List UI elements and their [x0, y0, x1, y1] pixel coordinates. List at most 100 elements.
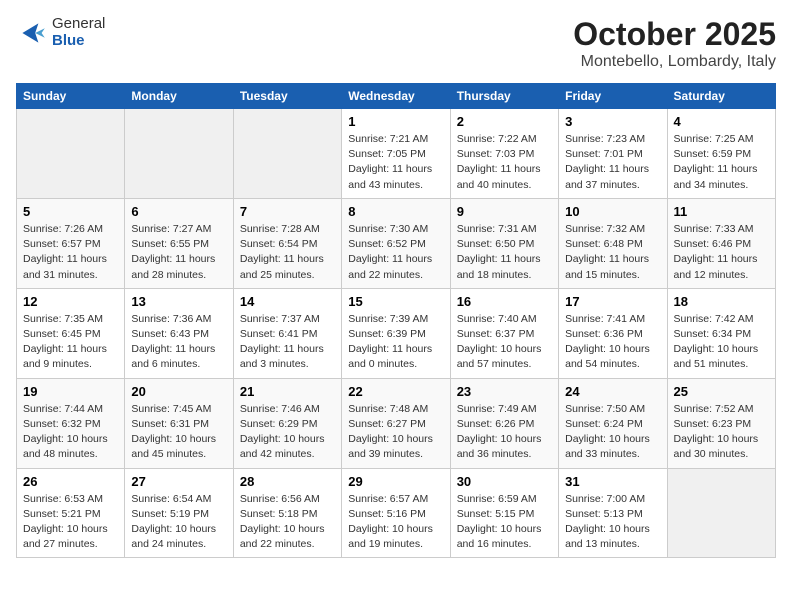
- table-cell: 30 Sunrise: 6:59 AMSunset: 5:15 PMDayligh…: [450, 468, 558, 558]
- table-cell: 1 Sunrise: 7:21 AMSunset: 7:05 PMDaylight…: [342, 109, 450, 199]
- day-number: 16: [457, 294, 552, 309]
- col-wednesday: Wednesday: [342, 84, 450, 109]
- table-cell: 16 Sunrise: 7:40 AMSunset: 6:37 PMDayligh…: [450, 288, 558, 378]
- day-info: Sunrise: 7:25 AMSunset: 6:59 PMDaylight:…: [674, 132, 769, 193]
- day-number: 26: [23, 474, 118, 489]
- table-cell: [233, 109, 341, 199]
- week-row-4: 19 Sunrise: 7:44 AMSunset: 6:32 PMDayligh…: [17, 378, 776, 468]
- day-info: Sunrise: 7:42 AMSunset: 6:34 PMDaylight:…: [674, 312, 769, 373]
- logo-general-text: General: [52, 16, 105, 33]
- day-info: Sunrise: 7:49 AMSunset: 6:26 PMDaylight:…: [457, 402, 552, 463]
- day-info: Sunrise: 7:52 AMSunset: 6:23 PMDaylight:…: [674, 402, 769, 463]
- table-cell: 3 Sunrise: 7:23 AMSunset: 7:01 PMDaylight…: [559, 109, 667, 199]
- day-info: Sunrise: 7:32 AMSunset: 6:48 PMDaylight:…: [565, 222, 660, 283]
- table-cell: 2Sunrise: 7:22 AMSunset: 7:03 PMDaylight…: [450, 109, 558, 199]
- table-cell: [125, 109, 233, 199]
- day-info: Sunrise: 7:45 AMSunset: 6:31 PMDaylight:…: [131, 402, 226, 463]
- day-number: 20: [131, 384, 226, 399]
- col-sunday: Sunday: [17, 84, 125, 109]
- table-cell: 5 Sunrise: 7:26 AMSunset: 6:57 PMDaylight…: [17, 198, 125, 288]
- day-number: 3: [565, 114, 660, 129]
- day-info: Sunrise: 7:48 AMSunset: 6:27 PMDaylight:…: [348, 402, 443, 463]
- day-number: 15: [348, 294, 443, 309]
- table-cell: 29 Sunrise: 6:57 AMSunset: 5:16 PMDayligh…: [342, 468, 450, 558]
- day-number: 13: [131, 294, 226, 309]
- day-number: 1: [348, 114, 443, 129]
- day-number: 29: [348, 474, 443, 489]
- day-info: Sunrise: 7:41 AMSunset: 6:36 PMDaylight:…: [565, 312, 660, 373]
- day-info: Sunrise: 7:40 AMSunset: 6:37 PMDaylight:…: [457, 312, 552, 373]
- table-cell: 12 Sunrise: 7:35 AMSunset: 6:45 PMDayligh…: [17, 288, 125, 378]
- day-info: Sunrise: 7:27 AMSunset: 6:55 PMDaylight:…: [131, 222, 226, 283]
- day-info: Sunrise: 7:26 AMSunset: 6:57 PMDaylight:…: [23, 222, 118, 283]
- col-saturday: Saturday: [667, 84, 775, 109]
- col-friday: Friday: [559, 84, 667, 109]
- col-thursday: Thursday: [450, 84, 558, 109]
- day-info: Sunrise: 6:53 AMSunset: 5:21 PMDaylight:…: [23, 492, 118, 553]
- table-cell: 6 Sunrise: 7:27 AMSunset: 6:55 PMDaylight…: [125, 198, 233, 288]
- week-row-1: 1 Sunrise: 7:21 AMSunset: 7:05 PMDaylight…: [17, 109, 776, 199]
- day-number: 18: [674, 294, 769, 309]
- table-cell: 28 Sunrise: 6:56 AMSunset: 5:18 PMDayligh…: [233, 468, 341, 558]
- day-info: Sunrise: 7:44 AMSunset: 6:32 PMDaylight:…: [23, 402, 118, 463]
- table-cell: 26 Sunrise: 6:53 AMSunset: 5:21 PMDayligh…: [17, 468, 125, 558]
- table-cell: 27Sunrise: 6:54 AMSunset: 5:19 PMDayligh…: [125, 468, 233, 558]
- day-info: Sunrise: 7:37 AMSunset: 6:41 PMDaylight:…: [240, 312, 335, 373]
- day-info: Sunrise: 6:59 AMSunset: 5:15 PMDaylight:…: [457, 492, 552, 553]
- table-cell: 9Sunrise: 7:31 AMSunset: 6:50 PMDaylight…: [450, 198, 558, 288]
- table-cell: 23Sunrise: 7:49 AMSunset: 6:26 PMDayligh…: [450, 378, 558, 468]
- day-number: 19: [23, 384, 118, 399]
- col-monday: Monday: [125, 84, 233, 109]
- day-number: 25: [674, 384, 769, 399]
- day-number: 28: [240, 474, 335, 489]
- day-number: 10: [565, 204, 660, 219]
- day-info: Sunrise: 7:33 AMSunset: 6:46 PMDaylight:…: [674, 222, 769, 283]
- day-number: 21: [240, 384, 335, 399]
- logo-icon: [16, 17, 48, 49]
- day-number: 6: [131, 204, 226, 219]
- day-info: Sunrise: 7:35 AMSunset: 6:45 PMDaylight:…: [23, 312, 118, 373]
- day-info: Sunrise: 6:56 AMSunset: 5:18 PMDaylight:…: [240, 492, 335, 553]
- table-cell: 18 Sunrise: 7:42 AMSunset: 6:34 PMDayligh…: [667, 288, 775, 378]
- day-info: Sunrise: 7:21 AMSunset: 7:05 PMDaylight:…: [348, 132, 443, 193]
- table-cell: 4Sunrise: 7:25 AMSunset: 6:59 PMDaylight…: [667, 109, 775, 199]
- table-cell: 25 Sunrise: 7:52 AMSunset: 6:23 PMDayligh…: [667, 378, 775, 468]
- table-cell: 31 Sunrise: 7:00 AMSunset: 5:13 PMDayligh…: [559, 468, 667, 558]
- header-row: Sunday Monday Tuesday Wednesday Thursday…: [17, 84, 776, 109]
- table-cell: 8Sunrise: 7:30 AMSunset: 6:52 PMDaylight…: [342, 198, 450, 288]
- day-number: 7: [240, 204, 335, 219]
- day-number: 2: [457, 114, 552, 129]
- table-cell: 7 Sunrise: 7:28 AMSunset: 6:54 PMDaylight…: [233, 198, 341, 288]
- day-info: Sunrise: 7:31 AMSunset: 6:50 PMDaylight:…: [457, 222, 552, 283]
- week-row-5: 26 Sunrise: 6:53 AMSunset: 5:21 PMDayligh…: [17, 468, 776, 558]
- day-number: 5: [23, 204, 118, 219]
- day-info: Sunrise: 6:54 AMSunset: 5:19 PMDaylight:…: [131, 492, 226, 553]
- day-info: Sunrise: 7:28 AMSunset: 6:54 PMDaylight:…: [240, 222, 335, 283]
- day-info: Sunrise: 7:46 AMSunset: 6:29 PMDaylight:…: [240, 402, 335, 463]
- table-cell: 24 Sunrise: 7:50 AMSunset: 6:24 PMDayligh…: [559, 378, 667, 468]
- table-cell: 17 Sunrise: 7:41 AMSunset: 6:36 PMDayligh…: [559, 288, 667, 378]
- day-info: Sunrise: 7:30 AMSunset: 6:52 PMDaylight:…: [348, 222, 443, 283]
- day-number: 24: [565, 384, 660, 399]
- day-info: Sunrise: 7:39 AMSunset: 6:39 PMDaylight:…: [348, 312, 443, 373]
- day-number: 11: [674, 204, 769, 219]
- day-info: Sunrise: 7:00 AMSunset: 5:13 PMDaylight:…: [565, 492, 660, 553]
- day-info: Sunrise: 7:50 AMSunset: 6:24 PMDaylight:…: [565, 402, 660, 463]
- page-header: General Blue October 2025 Montebello, Lo…: [16, 16, 776, 71]
- day-number: 30: [457, 474, 552, 489]
- day-number: 31: [565, 474, 660, 489]
- table-cell: 11 Sunrise: 7:33 AMSunset: 6:46 PMDayligh…: [667, 198, 775, 288]
- logo: General Blue: [16, 16, 105, 49]
- table-cell: 13Sunrise: 7:36 AMSunset: 6:43 PMDayligh…: [125, 288, 233, 378]
- table-cell: [667, 468, 775, 558]
- logo-text: General Blue: [52, 16, 105, 49]
- table-cell: [17, 109, 125, 199]
- day-number: 22: [348, 384, 443, 399]
- title-block: October 2025 Montebello, Lombardy, Italy: [573, 16, 776, 71]
- day-number: 12: [23, 294, 118, 309]
- day-info: Sunrise: 6:57 AMSunset: 5:16 PMDaylight:…: [348, 492, 443, 553]
- day-info: Sunrise: 7:23 AMSunset: 7:01 PMDaylight:…: [565, 132, 660, 193]
- month-title: October 2025: [573, 16, 776, 53]
- table-cell: 19 Sunrise: 7:44 AMSunset: 6:32 PMDayligh…: [17, 378, 125, 468]
- day-number: 17: [565, 294, 660, 309]
